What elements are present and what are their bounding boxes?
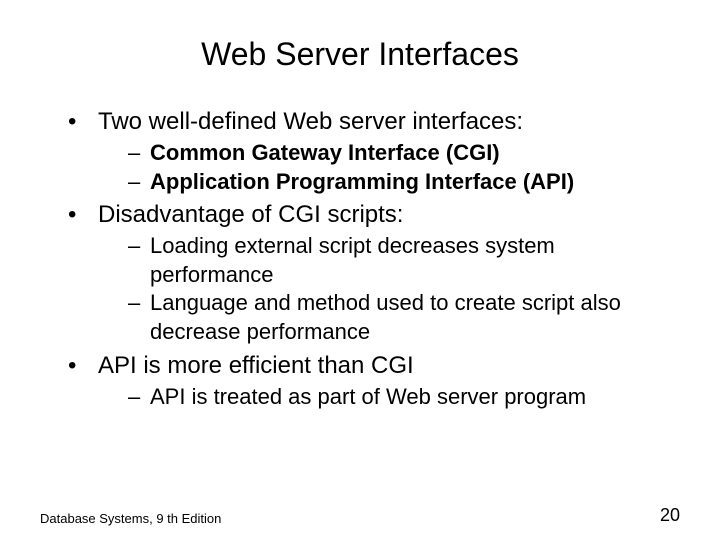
sub-list: API is treated as part of Web server pro… xyxy=(98,383,680,412)
list-item: Language and method used to create scrip… xyxy=(128,289,680,346)
footer: Database Systems, 9 th Edition 20 xyxy=(40,505,680,526)
list-item: Application Programming Interface (API) xyxy=(128,168,680,197)
sub-bullet-text: Language and method used to create scrip… xyxy=(150,290,621,344)
sub-list: Loading external script decreases system… xyxy=(98,232,680,346)
bullet-text: Disadvantage of CGI scripts: xyxy=(98,201,403,228)
list-item: Loading external script decreases system… xyxy=(128,232,680,289)
list-item: API is more efficient than CGI API is tr… xyxy=(68,351,680,412)
bullet-text: API is more efficient than CGI xyxy=(98,352,414,379)
list-item: Two well-defined Web server interfaces: … xyxy=(68,107,680,196)
sub-bullet-text: Common Gateway Interface (CGI) xyxy=(150,140,500,165)
list-item: Disadvantage of CGI scripts: Loading ext… xyxy=(68,200,680,346)
footer-source: Database Systems, 9 th Edition xyxy=(40,511,221,526)
slide-title: Web Server Interfaces xyxy=(40,36,680,73)
sub-bullet-text: API is treated as part of Web server pro… xyxy=(150,384,586,409)
sub-bullet-text: Application Programming Interface (API) xyxy=(150,169,574,194)
list-item: Common Gateway Interface (CGI) xyxy=(128,139,680,168)
sub-bullet-text: Loading external script decreases system… xyxy=(150,233,555,287)
bullet-text: Two well-defined Web server interfaces: xyxy=(98,108,523,135)
page-number: 20 xyxy=(660,505,680,526)
list-item: API is treated as part of Web server pro… xyxy=(128,383,680,412)
bullet-list: Two well-defined Web server interfaces: … xyxy=(40,107,680,411)
sub-list: Common Gateway Interface (CGI) Applicati… xyxy=(98,139,680,196)
